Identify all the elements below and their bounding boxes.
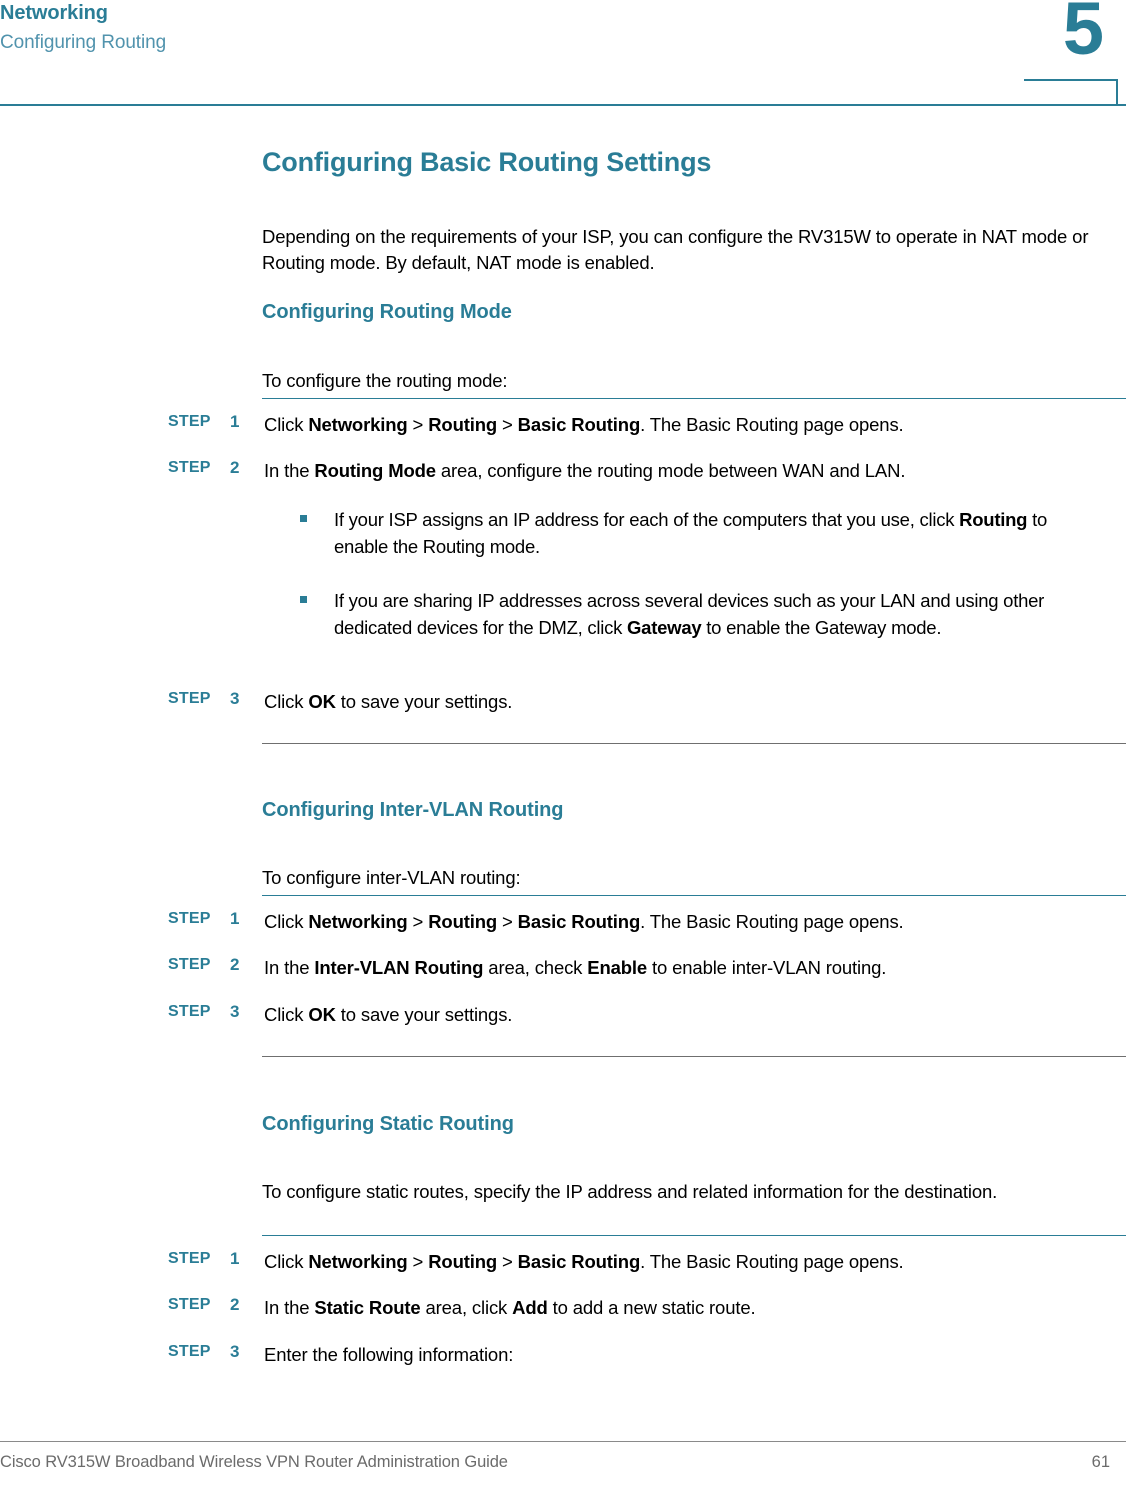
step-text: Click Networking > Routing > Basic Routi… — [264, 911, 904, 932]
step-label: STEP — [168, 690, 211, 707]
step-label: STEP — [168, 459, 211, 476]
list-item-text: If your ISP assigns an IP address for ea… — [334, 509, 1048, 557]
section-end-rule-2 — [262, 1056, 1126, 1057]
section-heading-inter-vlan-routing: Configuring Inter-VLAN Routing — [262, 799, 564, 821]
header-corner-accent — [1024, 79, 1118, 106]
step-row: STEP 3 Enter the following information: — [0, 1342, 1126, 1368]
intro-paragraph: Depending on the requirements of your IS… — [262, 225, 1089, 273]
header-chapter-number: 5 — [1062, 0, 1104, 70]
step-number: 2 — [230, 955, 240, 974]
step-row: STEP 2 In the Static Route area, click A… — [0, 1295, 1126, 1321]
step-text: Click OK to save your settings. — [264, 691, 513, 712]
step-number: 1 — [230, 412, 240, 431]
section-heading-routing-mode: Configuring Routing Mode — [262, 301, 512, 323]
header-divider-rule — [0, 104, 1126, 106]
steps-top-rule-3 — [262, 1235, 1126, 1236]
footer-divider-rule — [0, 1441, 1126, 1442]
footer-guide-title: Cisco RV315W Broadband Wireless VPN Rout… — [0, 1453, 508, 1471]
section-lead-inter-vlan-routing: To configure inter-VLAN routing: — [262, 866, 521, 888]
steps-top-rule-1 — [262, 398, 1126, 399]
step-label: STEP — [168, 413, 211, 430]
header-chapter-title: Networking — [0, 2, 108, 24]
step-text: Click Networking > Routing > Basic Routi… — [264, 414, 904, 435]
step-row: STEP 2 In the Routing Mode area, configu… — [0, 458, 1126, 484]
step-row: STEP 1 Click Networking > Routing > Basi… — [0, 909, 1126, 935]
section-lead-routing-mode: To configure the routing mode: — [262, 369, 508, 391]
step-number: 2 — [230, 1295, 240, 1314]
step-row: STEP 3 Click OK to save your settings. — [0, 1002, 1126, 1028]
step-row: STEP 1 Click Networking > Routing > Basi… — [0, 1249, 1126, 1275]
step-text: In the Inter-VLAN Routing area, check En… — [264, 957, 887, 978]
bullet-square-icon — [300, 596, 307, 603]
step-number: 1 — [230, 909, 240, 928]
header-section-title: Configuring Routing — [0, 32, 167, 53]
step-row: STEP 3 Click OK to save your settings. — [0, 689, 1126, 715]
step-row: STEP 2 In the Inter-VLAN Routing area, c… — [0, 955, 1126, 981]
step-number: 3 — [230, 689, 240, 708]
step-number: 3 — [230, 1342, 240, 1361]
step-number: 1 — [230, 1249, 240, 1268]
list-item: If your ISP assigns an IP address for ea… — [300, 506, 1100, 560]
step-number: 2 — [230, 458, 240, 477]
section-heading-static-routing: Configuring Static Routing — [262, 1113, 514, 1135]
step-text: Enter the following information: — [264, 1344, 514, 1365]
list-item: If you are sharing IP addresses across s… — [300, 587, 1100, 641]
steps-top-rule-2 — [262, 895, 1126, 896]
section-lead-static-routing: To configure static routes, specify the … — [262, 1180, 998, 1202]
step-text: Click OK to save your settings. — [264, 1004, 513, 1025]
list-item-text: If you are sharing IP addresses across s… — [334, 590, 1045, 638]
step-label: STEP — [168, 910, 211, 927]
page-header: Networking Configuring Routing 5 — [0, 0, 1126, 106]
step-label: STEP — [168, 1343, 211, 1360]
step-text: In the Static Route area, click Add to a… — [264, 1297, 756, 1318]
footer-page-number: 61 — [1091, 1453, 1110, 1471]
step-label: STEP — [168, 956, 211, 973]
bullet-square-icon — [300, 515, 307, 522]
step-label: STEP — [168, 1250, 211, 1267]
step-label: STEP — [168, 1296, 211, 1313]
section-end-rule-1 — [262, 743, 1126, 744]
step-text: In the Routing Mode area, configure the … — [264, 460, 906, 481]
step-number: 3 — [230, 1002, 240, 1021]
step-label: STEP — [168, 1003, 211, 1020]
page-title: Configuring Basic Routing Settings — [262, 147, 712, 177]
step-text: Click Networking > Routing > Basic Routi… — [264, 1251, 904, 1272]
step-row: STEP 1 Click Networking > Routing > Basi… — [0, 412, 1126, 438]
